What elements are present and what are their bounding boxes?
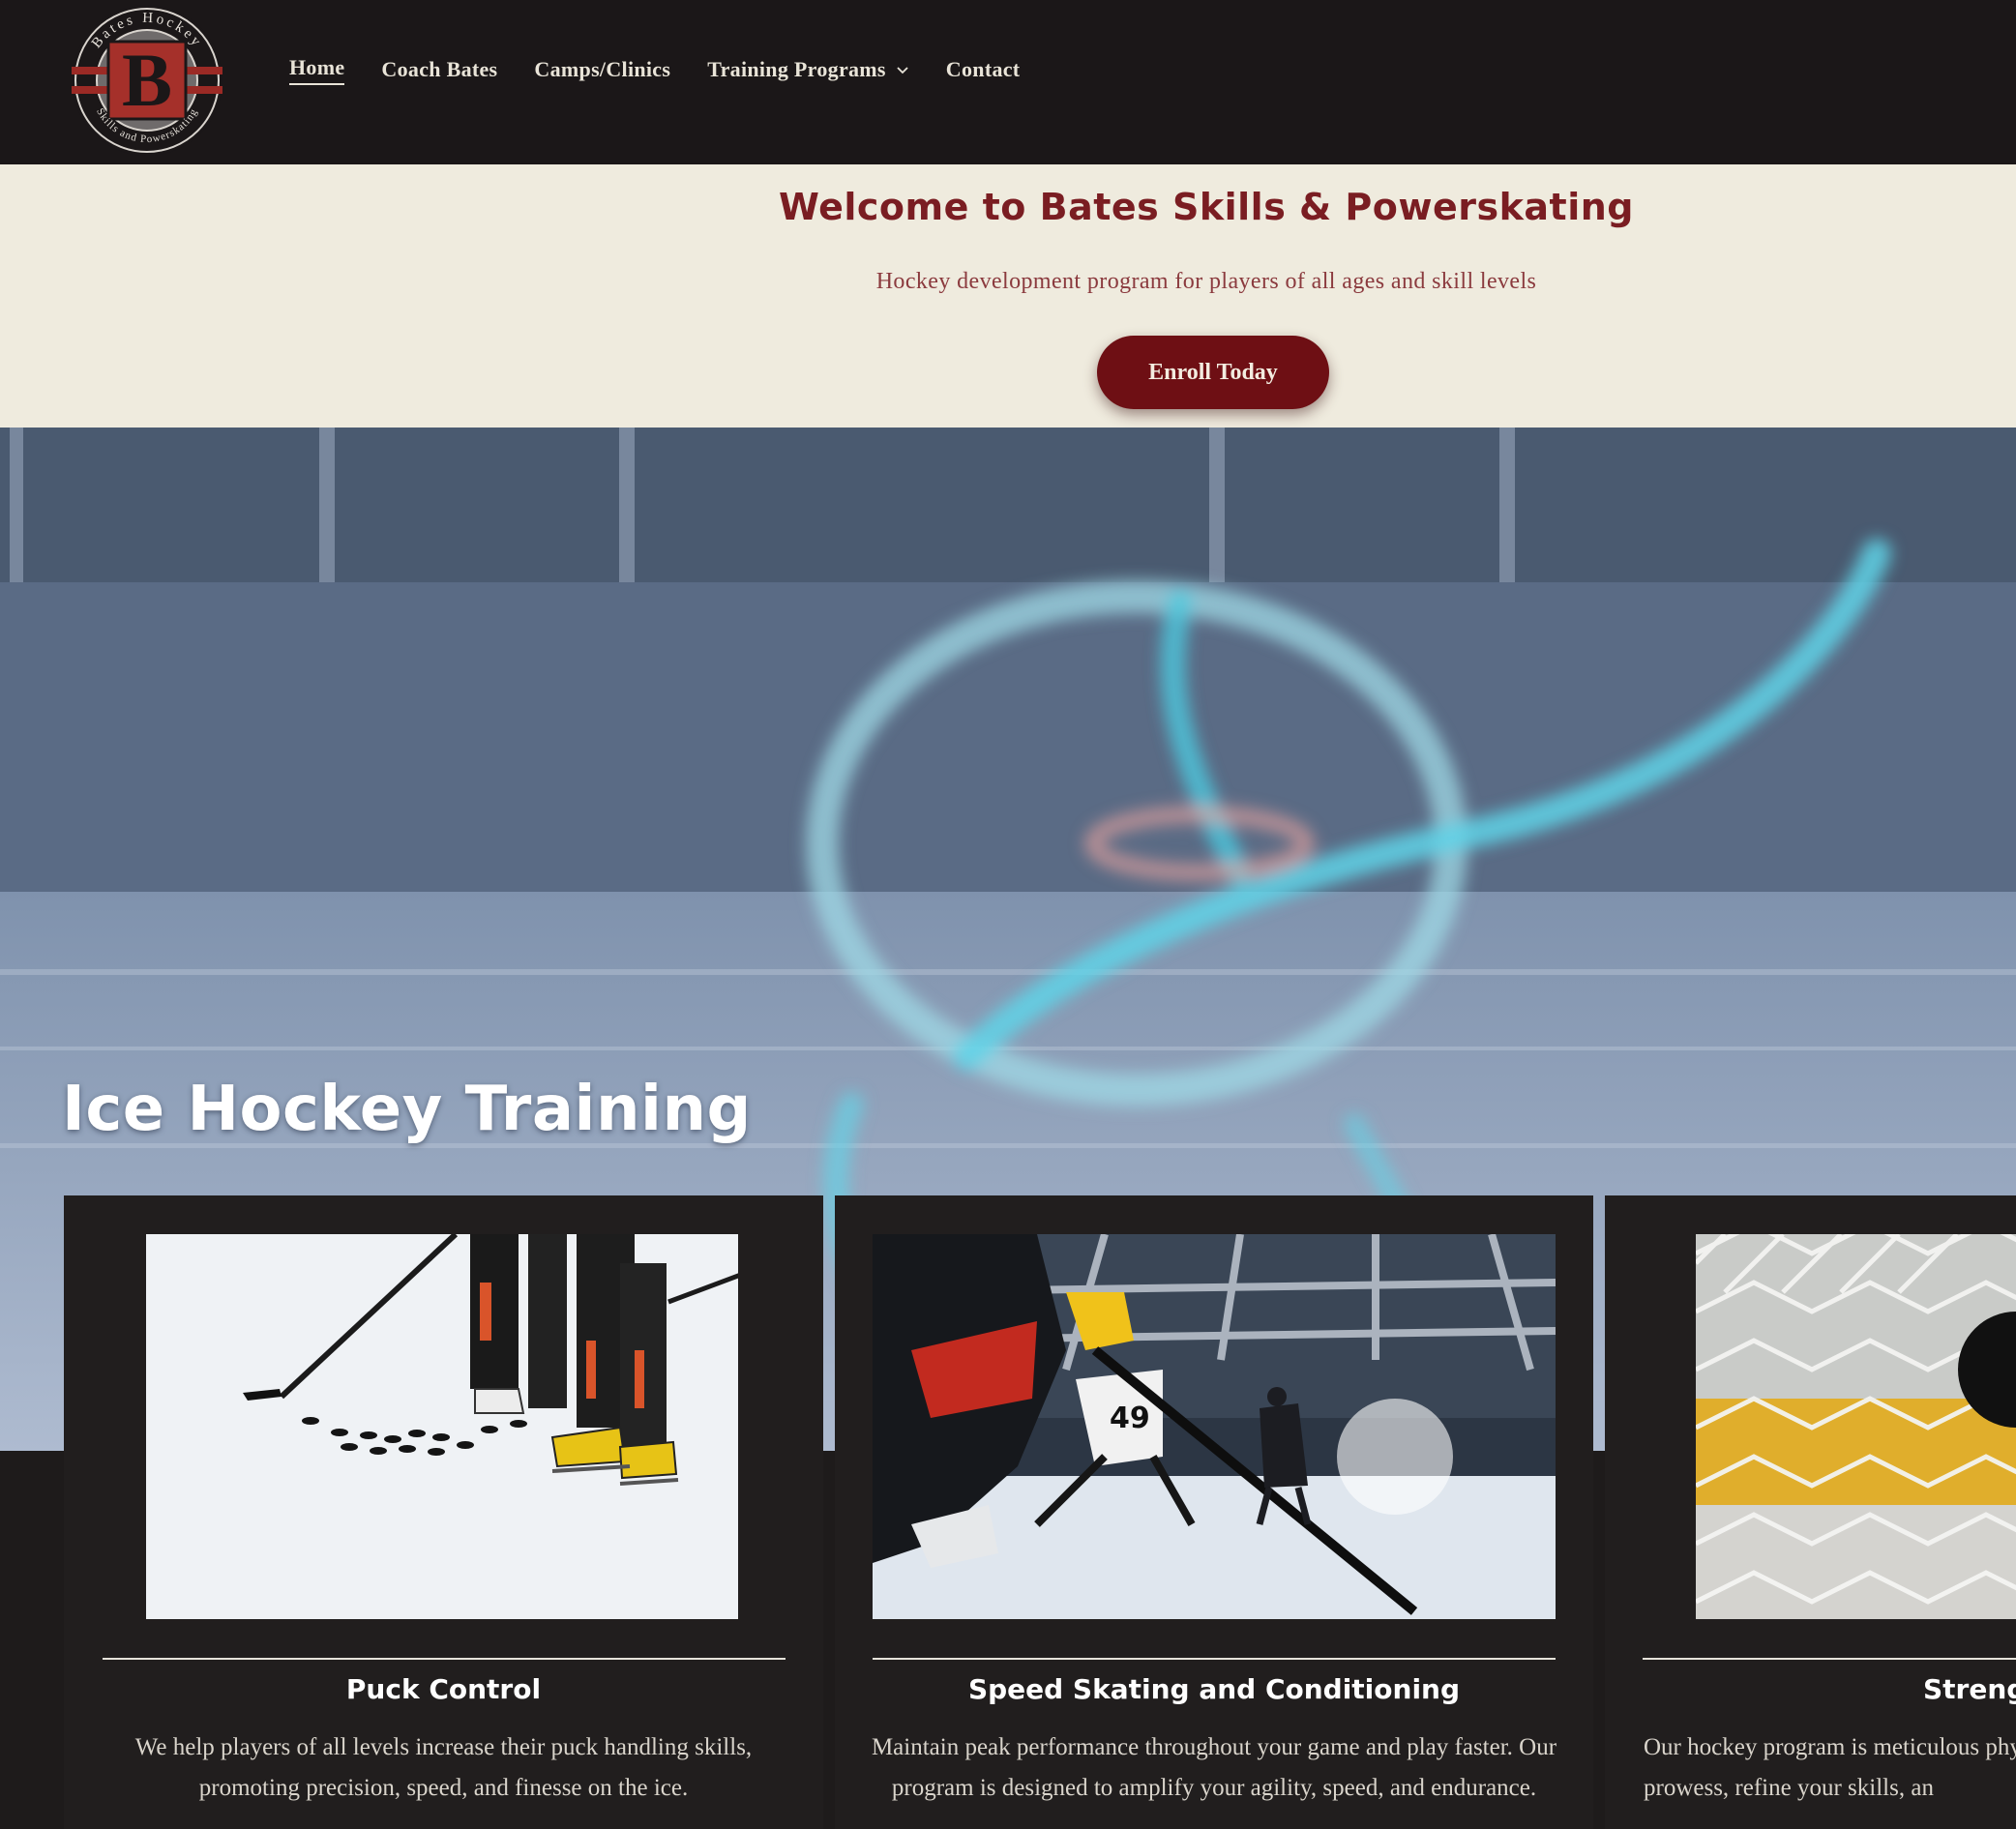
welcome-subtitle: Hockey development program for players o…: [875, 269, 1537, 294]
chevron-down-icon: [897, 67, 908, 74]
site-header: B Bates Hockey Skills and Powerskating H…: [0, 0, 2016, 164]
nav-contact[interactable]: Contact: [946, 57, 1021, 82]
bates-hockey-logo[interactable]: B Bates Hockey Skills and Powerskating: [70, 3, 224, 158]
card-description: Maintain peak performance throughout you…: [871, 1734, 1557, 1801]
card-divider: [873, 1658, 1556, 1660]
card-description: We help players of all levels increase t…: [134, 1734, 753, 1801]
nav-coach-bates-label: Coach Bates: [381, 57, 498, 81]
card-puck-control: Puck Control We help players of all leve…: [64, 1195, 823, 1829]
hockey-net-image: [1696, 1234, 2016, 1619]
nav-camps-clinics-label: Camps/Clinics: [534, 57, 671, 81]
enroll-today-button[interactable]: Enroll Today: [1097, 336, 1329, 409]
nav-training-programs-label: Training Programs: [707, 57, 886, 81]
welcome-title: Welcome to Bates Skills & Powerskating: [779, 186, 1634, 228]
nav-training-programs[interactable]: Training Programs: [707, 57, 909, 82]
card-speed-skating: 49 Speed Skating and Conditioning Mainta…: [835, 1195, 1593, 1829]
nav-contact-label: Contact: [945, 57, 1021, 81]
skaters-action-image: 49: [873, 1234, 1556, 1619]
welcome-banner: Welcome to Bates Skills & Powerskating H…: [0, 164, 2016, 428]
card-divider: [1643, 1658, 2016, 1660]
hero-title: Ice Hockey Training: [62, 1074, 752, 1145]
svg-text:B: B: [122, 38, 172, 122]
svg-text:49: 49: [1110, 1401, 1150, 1435]
card-title: Puck Control: [345, 1673, 542, 1705]
card-title: Speed Skating and Conditioning: [967, 1673, 1461, 1705]
pucks-on-ice-image: [146, 1234, 738, 1619]
card-description: Our hockey program is meticulous physica…: [1644, 1734, 2016, 1801]
page: B Bates Hockey Skills and Powerskating H…: [0, 0, 2016, 1829]
nav-coach-bates[interactable]: Coach Bates: [381, 57, 497, 82]
card-strength: Streng Our hockey program is meticulous …: [1605, 1195, 2016, 1829]
card-title: Streng: [1923, 1673, 2016, 1705]
nav-camps-clinics[interactable]: Camps/Clinics: [534, 57, 670, 82]
nav-home-label: Home: [289, 55, 345, 85]
nav-home[interactable]: Home: [289, 55, 345, 85]
main-nav: Home Coach Bates Camps/Clinics Training …: [289, 50, 1056, 89]
card-divider: [103, 1658, 786, 1660]
